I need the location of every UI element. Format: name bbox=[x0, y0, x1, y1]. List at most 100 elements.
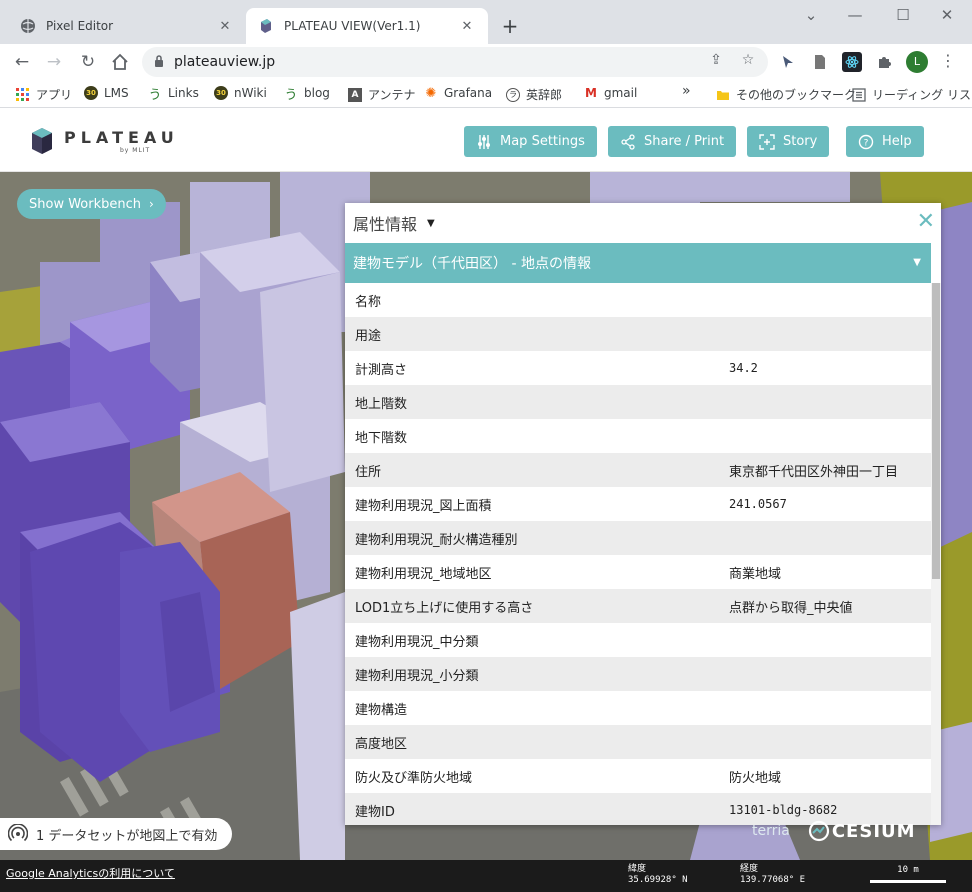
bookmark-other[interactable]: その他のブックマーク bbox=[716, 86, 856, 103]
tab-search-chevron-icon[interactable]: ⌄ bbox=[796, 6, 826, 24]
cursor-extension-icon[interactable] bbox=[778, 52, 798, 72]
react-devtools-icon[interactable] bbox=[842, 52, 862, 72]
logo-name: PLATEAU bbox=[64, 128, 179, 147]
extensions-puzzle-icon[interactable] bbox=[874, 52, 894, 72]
attribute-key: 用途 bbox=[355, 328, 382, 344]
tab-plateau-view[interactable]: PLATEAU VIEW(Ver1.1) ✕ bbox=[246, 8, 488, 44]
table-row: 建物利用現況_図上面積 241.0567 bbox=[345, 487, 931, 521]
gmail-icon: M bbox=[585, 86, 597, 100]
latitude-readout: 緯度 35.69928° N bbox=[628, 864, 688, 886]
bookmark-nwiki[interactable]: 30 nWiki bbox=[214, 86, 267, 100]
bookmark-reading-list[interactable]: リーディング リスト bbox=[852, 86, 972, 103]
map-settings-label: Map Settings bbox=[500, 134, 585, 149]
table-row: 計測高さ 34.2 bbox=[345, 351, 931, 385]
bookmark-star-icon[interactable]: ☆ bbox=[738, 52, 758, 68]
story-label: Story bbox=[783, 134, 818, 149]
lock-icon[interactable] bbox=[154, 55, 164, 72]
attribute-key: 建物利用現況_地域地区 bbox=[355, 566, 492, 582]
dataset-status-pill[interactable]: 1 データセットが地図上で有効 bbox=[0, 818, 232, 850]
bookmark-apps[interactable]: アプリ bbox=[16, 86, 72, 103]
globe-icon bbox=[20, 18, 36, 34]
bookmark-label: リーディング リスト bbox=[872, 88, 972, 102]
attribute-value: 防火地域 bbox=[729, 770, 782, 786]
feature-info-panel: 属性情報 ▼ ✕ 建物モデル（千代田区） - 地点の情報 ▼ 名称 用途 計測高… bbox=[345, 203, 941, 825]
attribute-value: 34.2 bbox=[729, 361, 758, 375]
a-letter-icon: A bbox=[348, 87, 362, 102]
dataset-status-text: 1 データセットが地図上で有効 bbox=[36, 828, 218, 844]
apps-grid-icon bbox=[16, 87, 30, 102]
bookmark-links[interactable]: う Links bbox=[148, 86, 198, 103]
new-tab-plus-icon[interactable]: + bbox=[498, 14, 522, 38]
address-bar[interactable]: plateauview.jp ⇪ ☆ bbox=[142, 47, 768, 77]
minimize-icon[interactable]: — bbox=[840, 6, 870, 24]
attribute-key: 建物ID bbox=[355, 804, 395, 820]
plateau-favicon-icon bbox=[258, 18, 274, 34]
bookmark-label: LMS bbox=[104, 86, 129, 100]
map-settings-button[interactable]: Map Settings bbox=[464, 126, 597, 157]
caret-down-icon[interactable]: ▼ bbox=[427, 218, 435, 229]
caret-down-icon[interactable]: ▼ bbox=[913, 257, 921, 268]
share-page-icon[interactable]: ⇪ bbox=[706, 52, 726, 68]
longitude-value: 139.77068° E bbox=[740, 875, 806, 885]
table-row: 住所 東京都千代田区外神田一丁目 bbox=[345, 453, 931, 487]
attribute-key: 建物利用現況_図上面積 bbox=[355, 498, 492, 514]
tab-title: Pixel Editor bbox=[46, 19, 114, 33]
show-workbench-button[interactable]: Show Workbench › bbox=[17, 189, 166, 219]
window-close-icon[interactable]: ✕ bbox=[932, 6, 962, 24]
scrollbar-thumb[interactable] bbox=[932, 283, 940, 579]
bookmark-label: アプリ bbox=[36, 88, 73, 102]
bookmarks-overflow-chevron-icon[interactable]: » bbox=[682, 83, 691, 99]
sliders-icon bbox=[476, 134, 492, 150]
help-button[interactable]: ? Help bbox=[846, 126, 924, 157]
latitude-label: 緯度 bbox=[628, 864, 647, 874]
bookmark-label: アンテナ bbox=[368, 88, 416, 102]
chrome-menu-icon[interactable]: ⋮ bbox=[938, 51, 958, 70]
longitude-label: 経度 bbox=[740, 864, 759, 874]
table-row: 建物利用現況_耐火構造種別 bbox=[345, 521, 931, 555]
bookmark-grafana[interactable]: ✺ Grafana bbox=[424, 85, 493, 101]
attribute-value: 点群から取得_中央値 bbox=[729, 600, 853, 616]
cesium-logo-icon bbox=[808, 820, 829, 842]
plateau-logo[interactable]: PLATEAU by MLIT bbox=[30, 126, 179, 156]
bookmark-lms[interactable]: 30 LMS bbox=[84, 86, 129, 100]
attribution-logos: terria CESIUM bbox=[752, 820, 916, 842]
bookmark-blog[interactable]: う blog bbox=[284, 86, 329, 103]
panel-close-icon[interactable]: ✕ bbox=[917, 211, 935, 233]
attribute-key: 建物利用現況_中分類 bbox=[355, 634, 479, 650]
svg-text:?: ? bbox=[864, 138, 869, 148]
feature-section-header[interactable]: 建物モデル（千代田区） - 地点の情報 ▼ bbox=[345, 243, 931, 283]
u-glyph-icon: う bbox=[148, 87, 162, 103]
maximize-icon[interactable]: ☐ bbox=[888, 6, 918, 24]
back-arrow-icon[interactable]: ← bbox=[10, 50, 34, 74]
panel-scrollbar[interactable] bbox=[931, 283, 941, 825]
profile-avatar[interactable]: L bbox=[906, 51, 928, 73]
cesium-logo[interactable]: CESIUM bbox=[832, 821, 916, 842]
table-row: 防火及び準防火地域 防火地域 bbox=[345, 759, 931, 793]
document-extension-icon[interactable] bbox=[810, 52, 830, 72]
bookmark-gmail[interactable]: M gmail bbox=[584, 86, 637, 100]
tab-close-icon[interactable]: ✕ bbox=[458, 19, 476, 34]
home-icon[interactable] bbox=[108, 50, 132, 74]
30-badge-icon: 30 bbox=[84, 86, 98, 100]
tab-close-icon[interactable]: ✕ bbox=[216, 19, 234, 34]
bookmark-antenna[interactable]: A アンテナ bbox=[348, 86, 416, 103]
attribute-value: 商業地域 bbox=[729, 566, 782, 582]
share-print-label: Share / Print bbox=[644, 134, 725, 149]
forward-arrow-icon[interactable]: → bbox=[42, 50, 66, 74]
google-analytics-link[interactable]: Google Analyticsの利用について bbox=[6, 865, 175, 881]
table-row: 建物利用現況_中分類 bbox=[345, 623, 931, 657]
terria-logo[interactable]: terria bbox=[752, 823, 790, 839]
share-print-button[interactable]: Share / Print bbox=[608, 126, 737, 157]
url-text: plateauview.jp bbox=[174, 54, 276, 70]
tab-pixel-editor[interactable]: Pixel Editor ✕ bbox=[8, 8, 246, 44]
reading-list-icon bbox=[852, 87, 866, 102]
feature-info-header[interactable]: 属性情報 ▼ bbox=[345, 203, 941, 243]
story-button[interactable]: Story bbox=[747, 126, 830, 157]
attribute-key: 地上階数 bbox=[355, 396, 408, 412]
attribute-value: 東京都千代田区外神田一丁目 bbox=[729, 464, 899, 480]
bookmark-eijiro[interactable]: ラ 英辞郎 bbox=[506, 86, 562, 103]
help-label: Help bbox=[882, 134, 912, 149]
grafana-icon: ✺ bbox=[425, 85, 437, 101]
bookmarks-bar: アプリ 30 LMS う Links 30 nWiki う blog A アンテ… bbox=[0, 80, 972, 108]
reload-icon[interactable]: ↻ bbox=[76, 50, 100, 74]
